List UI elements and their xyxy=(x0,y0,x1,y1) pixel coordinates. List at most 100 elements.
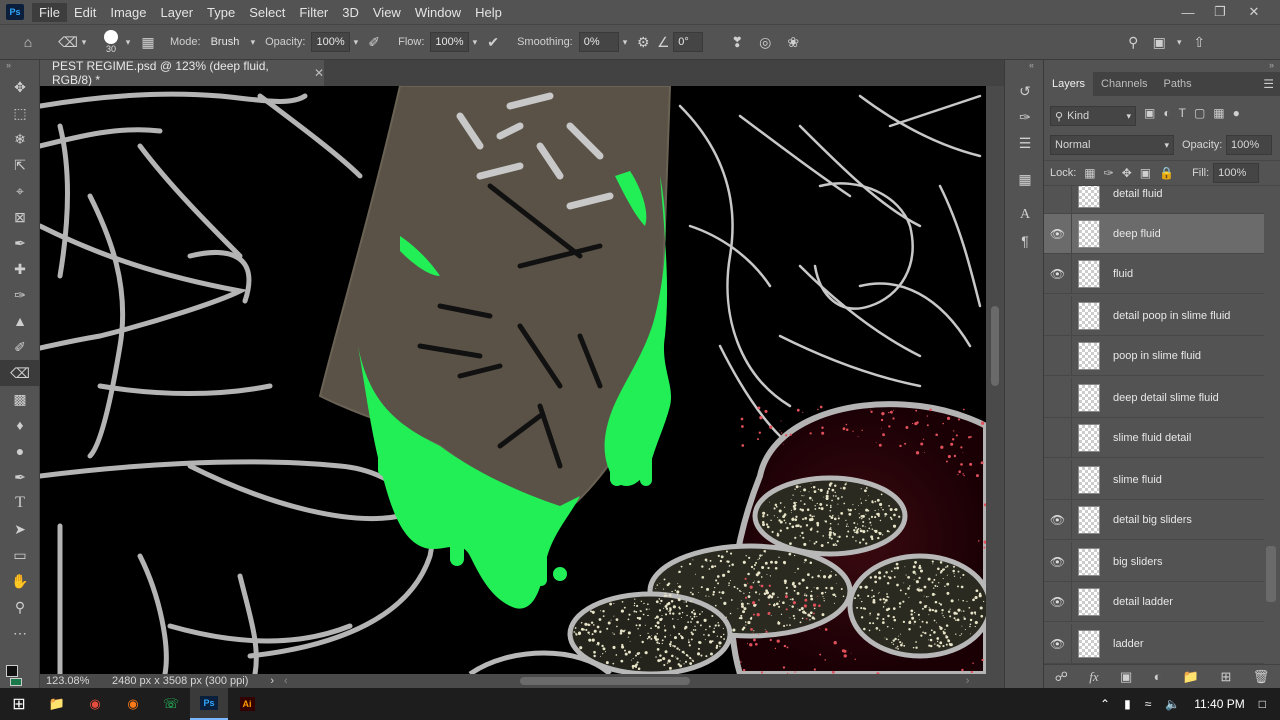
menu-view[interactable]: View xyxy=(366,3,408,22)
layer-row[interactable]: poop in slime fluid xyxy=(1044,335,1264,376)
lock-image-icon[interactable]: ✑ xyxy=(1104,166,1114,180)
lasso-tool-icon[interactable]: ❄ xyxy=(0,126,40,152)
lock-position-icon[interactable]: ✥ xyxy=(1122,166,1132,180)
libraries-panel-icon[interactable]: ▦ xyxy=(1005,166,1045,192)
volume-icon[interactable]: 🔈 xyxy=(1165,697,1180,711)
adjustments-panel-icon[interactable]: ☰ xyxy=(1005,130,1045,156)
hand-tool-icon[interactable]: ✋ xyxy=(0,568,40,594)
lock-all-icon[interactable]: 🔒 xyxy=(1159,166,1174,180)
whatsapp-icon[interactable]: ☏ xyxy=(152,688,190,720)
pressure-opacity-icon[interactable]: ✐ xyxy=(364,32,384,52)
eye-icon[interactable]: 👁 xyxy=(1044,541,1072,582)
notifications-icon[interactable]: □ xyxy=(1259,697,1266,711)
delete-layer-icon[interactable]: 🗑 xyxy=(1253,669,1270,685)
home-icon[interactable]: ⌂ xyxy=(18,32,38,52)
rectangle-tool-icon[interactable]: ▭ xyxy=(0,542,40,568)
eye-icon[interactable]: 👁 xyxy=(1044,623,1072,664)
close-window-button[interactable]: ✕ xyxy=(1238,0,1270,24)
menu-select[interactable]: Select xyxy=(242,3,292,22)
eyedropper-tool-icon[interactable]: ✒ xyxy=(0,230,40,256)
share-icon[interactable]: ⇧ xyxy=(1189,32,1209,52)
eye-icon[interactable]: 👁 xyxy=(1044,581,1072,622)
layer-row-selected[interactable]: 👁 deep fluid xyxy=(1044,213,1264,254)
chevron-down-icon[interactable]: ▾ xyxy=(473,37,478,48)
collapse-icon[interactable]: » xyxy=(1269,60,1274,70)
menu-layer[interactable]: Layer xyxy=(154,3,201,22)
document-tab[interactable]: PEST REGIME.psd @ 123% (deep fluid, RGB/… xyxy=(40,59,324,87)
restore-button[interactable]: ❐ xyxy=(1204,0,1236,24)
history-panel-icon[interactable]: ↺ xyxy=(1005,78,1045,104)
healing-brush-tool-icon[interactable]: ✚ xyxy=(0,256,40,282)
link-layers-icon[interactable]: ☍ xyxy=(1055,669,1068,685)
tab-channels[interactable]: Channels xyxy=(1093,72,1155,96)
image-filter-icon[interactable]: ▣ xyxy=(1144,106,1155,120)
fill-input[interactable]: 100% xyxy=(1213,163,1260,183)
panel-menu-icon[interactable]: ☰ xyxy=(1263,77,1274,91)
adjustment-filter-icon[interactable]: ◐ xyxy=(1163,106,1170,120)
layer-filter-select[interactable]: ⚲ Kind ▾ xyxy=(1050,106,1136,126)
chevron-down-icon[interactable]: ▾ xyxy=(74,32,94,52)
menu-type[interactable]: Type xyxy=(200,3,242,22)
chevron-down-icon[interactable]: ▾ xyxy=(623,37,628,48)
zoom-tool-icon[interactable]: ⚲ xyxy=(0,594,40,620)
horizontal-scroll-thumb[interactable] xyxy=(519,677,690,685)
workspace-icon[interactable]: ▣ xyxy=(1149,32,1169,52)
canvas[interactable] xyxy=(40,86,986,674)
brush-size-picker[interactable]: 30 xyxy=(104,30,118,54)
more-tools-icon[interactable]: ⋯ xyxy=(0,620,40,646)
minimize-button[interactable]: — xyxy=(1172,0,1204,24)
layer-row[interactable]: 👁 detail big sliders xyxy=(1044,499,1264,540)
pressure-size-icon[interactable]: ◎ xyxy=(755,32,775,52)
airbrush-icon[interactable]: ✔ xyxy=(483,32,503,52)
pen-tool-icon[interactable]: ✒ xyxy=(0,464,40,490)
menu-3d[interactable]: 3D xyxy=(335,3,366,22)
hscroll-left-icon[interactable]: ‹ xyxy=(284,675,288,687)
symmetry-icon[interactable]: ❣ xyxy=(727,32,747,52)
eye-icon[interactable]: 👁 xyxy=(1044,213,1072,254)
gear-icon[interactable]: ⚙ xyxy=(633,32,653,52)
blur-tool-icon[interactable]: ♦ xyxy=(0,412,40,438)
layer-row[interactable]: 👁 big sliders xyxy=(1044,541,1264,582)
collapse-icon[interactable]: » xyxy=(0,60,39,74)
lock-artboard-icon[interactable]: ▣ xyxy=(1140,166,1151,180)
visibility-toggle[interactable] xyxy=(1044,417,1072,458)
blend-mode-select[interactable]: Normal ▾ xyxy=(1050,135,1174,155)
dodge-tool-icon[interactable]: ● xyxy=(0,438,40,464)
layer-opacity-input[interactable]: 100% xyxy=(1226,135,1272,155)
wifi-icon[interactable]: ≈ xyxy=(1145,697,1152,711)
brush-tool-icon[interactable]: ✑ xyxy=(0,282,40,308)
gradient-tool-icon[interactable]: ▩ xyxy=(0,386,40,412)
chrome-icon[interactable]: ◉ xyxy=(76,688,114,720)
menu-filter[interactable]: Filter xyxy=(292,3,335,22)
scroll-thumb[interactable] xyxy=(991,306,999,386)
chevron-down-icon[interactable]: ▾ xyxy=(118,32,138,52)
close-tab-icon[interactable]: ✕ xyxy=(314,66,324,80)
history-brush-tool-icon[interactable]: ✐ xyxy=(0,334,40,360)
new-group-icon[interactable]: 📁 xyxy=(1183,669,1199,685)
path-select-tool-icon[interactable]: ➤ xyxy=(0,516,40,542)
menu-help[interactable]: Help xyxy=(468,3,509,22)
object-select-tool-icon[interactable]: ⇱ xyxy=(0,152,40,178)
opacity-input[interactable]: 100% xyxy=(311,32,350,52)
file-explorer-icon[interactable]: 📁 xyxy=(38,688,76,720)
eye-icon[interactable]: 👁 xyxy=(1044,499,1072,540)
lock-transparent-icon[interactable]: ▦ xyxy=(1084,166,1095,180)
mode-select[interactable]: Brush xyxy=(206,32,251,52)
collapse-icon[interactable]: « xyxy=(1005,60,1043,74)
smart-object-filter-icon[interactable]: ▦ xyxy=(1213,106,1224,120)
new-layer-icon[interactable]: ⊞ xyxy=(1220,669,1231,685)
visibility-toggle[interactable] xyxy=(1044,335,1072,376)
type-tool-icon[interactable]: T xyxy=(0,490,40,516)
add-mask-icon[interactable]: ▣ xyxy=(1120,669,1132,685)
search-icon[interactable]: ⚲ xyxy=(1123,32,1143,52)
layer-row[interactable]: 👁 ladder xyxy=(1044,623,1264,664)
chevron-down-icon[interactable]: ▾ xyxy=(1169,32,1189,52)
layer-row[interactable]: deep detail slime fluid xyxy=(1044,377,1264,418)
frame-tool-icon[interactable]: ⊠ xyxy=(0,204,40,230)
battery-icon[interactable]: ▮ xyxy=(1124,697,1131,711)
chevron-down-icon[interactable]: ▾ xyxy=(251,37,256,48)
crop-tool-icon[interactable]: ⌖ xyxy=(0,178,40,204)
layer-row[interactable]: slime fluid detail xyxy=(1044,417,1264,458)
menu-edit[interactable]: Edit xyxy=(67,3,103,22)
visibility-toggle[interactable] xyxy=(1044,459,1072,500)
